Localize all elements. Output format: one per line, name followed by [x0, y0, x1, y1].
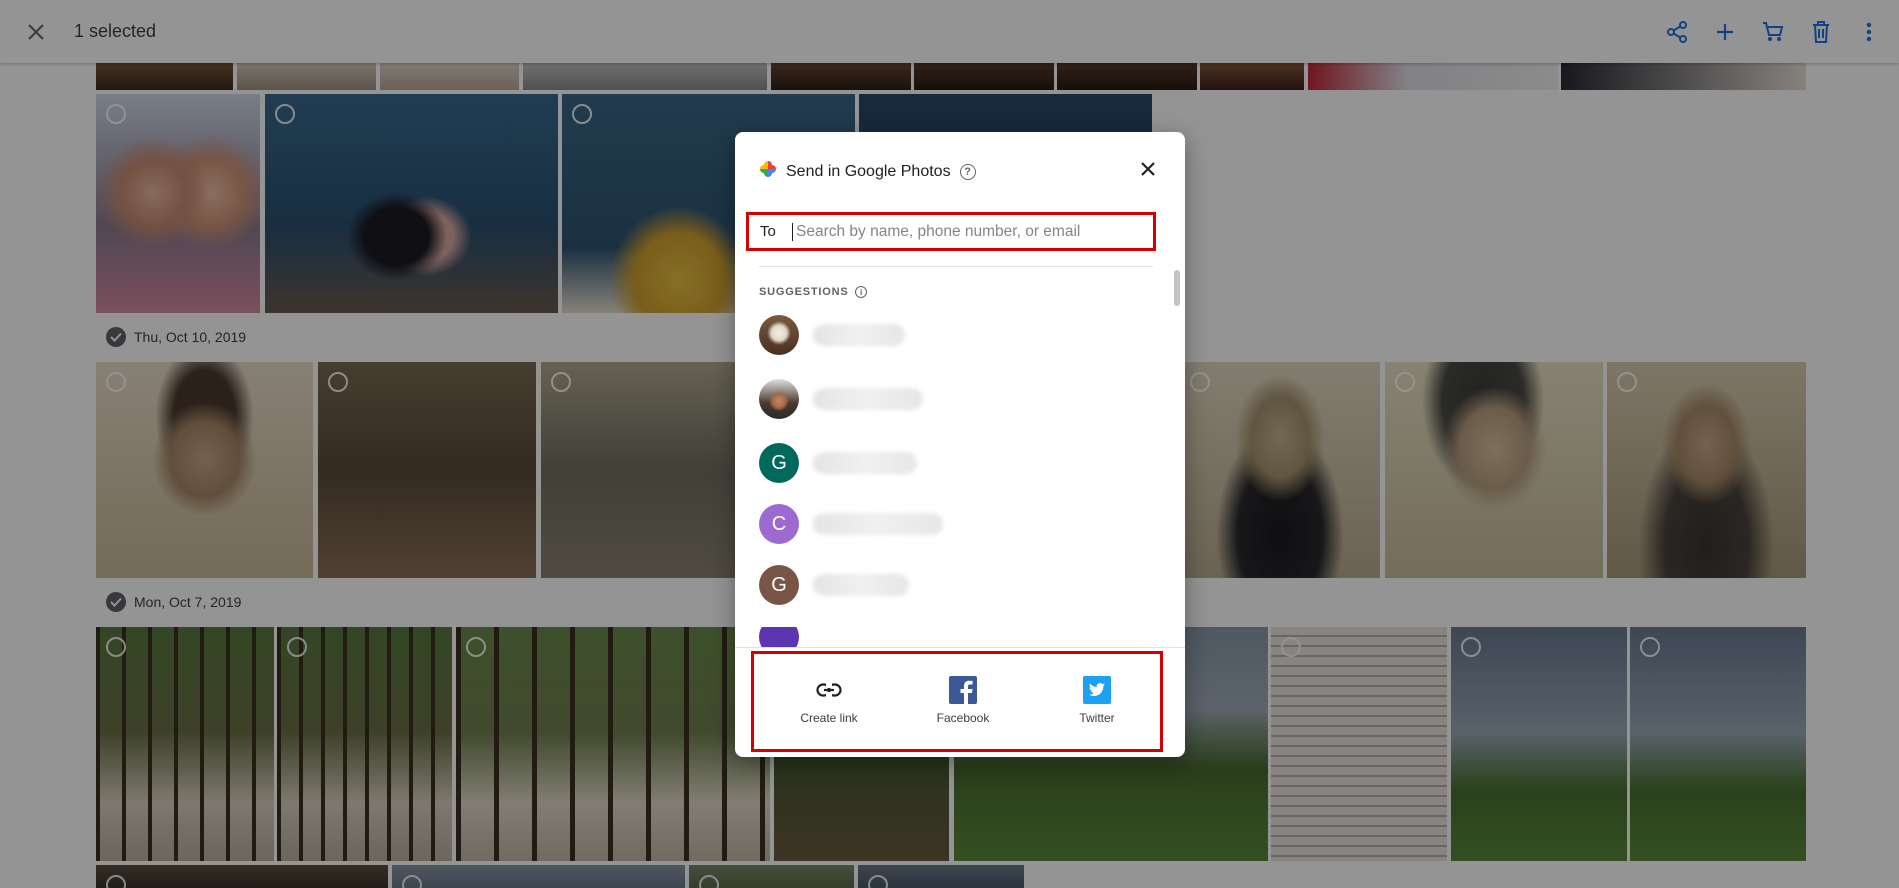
- share-options-bar: Create link Facebook Twitter: [751, 651, 1163, 752]
- recipient-field: To: [746, 212, 1156, 251]
- suggestion-item[interactable]: [759, 315, 905, 355]
- scrollbar[interactable]: [1174, 270, 1180, 306]
- create-link-label: Create link: [800, 711, 858, 725]
- avatar: [759, 627, 799, 647]
- facebook-icon: [949, 676, 977, 704]
- google-photos-app: 1 selected Thu, Oct 10, 2019 Mon, Oct 7,…: [0, 0, 1899, 888]
- divider: [735, 647, 1185, 648]
- suggestions-label: SUGGESTIONS: [759, 286, 849, 298]
- suggestion-item[interactable]: [759, 379, 923, 419]
- recipient-search-input[interactable]: [792, 222, 1136, 241]
- avatar-initial: C: [771, 512, 787, 535]
- close-icon[interactable]: [1137, 158, 1159, 180]
- link-icon: [815, 676, 843, 704]
- avatar: [759, 379, 799, 419]
- blurred-contact-name: [813, 513, 943, 535]
- google-photos-logo-icon: [759, 160, 777, 183]
- avatar: G: [759, 565, 799, 605]
- suggestion-item[interactable]: [759, 627, 799, 647]
- blurred-contact-name: [813, 324, 905, 346]
- twitter-label: Twitter: [1079, 711, 1115, 725]
- avatar: [759, 315, 799, 355]
- facebook-button[interactable]: Facebook: [908, 676, 1018, 725]
- create-link-button[interactable]: Create link: [774, 676, 884, 725]
- dialog-header: Send in Google Photos ?: [759, 160, 976, 183]
- facebook-label: Facebook: [936, 711, 990, 725]
- avatar: C: [759, 504, 799, 544]
- blurred-contact-name: [813, 574, 909, 596]
- help-icon[interactable]: ?: [959, 163, 976, 180]
- avatar-initial: G: [771, 451, 787, 474]
- blurred-contact-name: [813, 388, 923, 410]
- suggestions-header: SUGGESTIONS i: [759, 286, 868, 298]
- twitter-icon: [1083, 676, 1111, 704]
- info-icon[interactable]: i: [855, 286, 868, 298]
- blurred-contact-name: [813, 452, 917, 474]
- dialog-title: Send in Google Photos: [786, 162, 951, 180]
- suggestion-item[interactable]: G: [759, 565, 909, 605]
- suggestion-item[interactable]: G: [759, 443, 917, 483]
- send-dialog: Send in Google Photos ? To SUGGESTIONS i: [735, 132, 1185, 757]
- suggestion-item[interactable]: C: [759, 504, 943, 544]
- to-label: To: [760, 223, 776, 240]
- avatar-initial: G: [771, 573, 787, 596]
- divider: [759, 266, 1153, 267]
- avatar: G: [759, 443, 799, 483]
- twitter-button[interactable]: Twitter: [1042, 676, 1152, 725]
